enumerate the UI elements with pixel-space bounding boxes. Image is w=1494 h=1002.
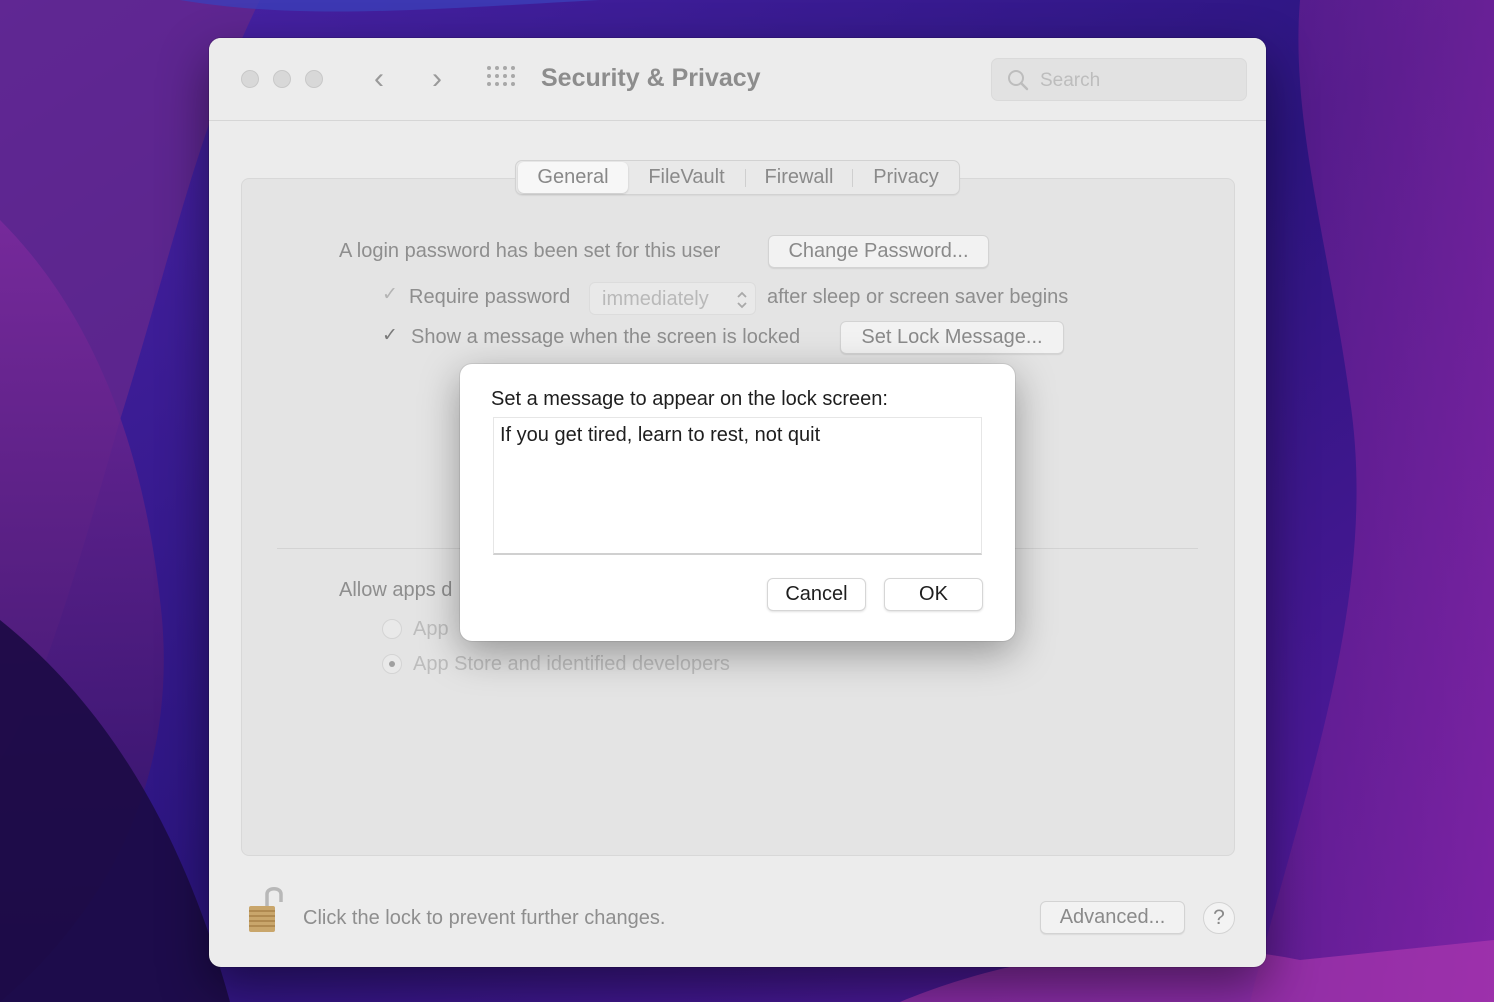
show-message-label: Show a message when the screen is locked xyxy=(411,326,801,348)
popup-arrows-icon xyxy=(737,291,747,309)
require-password-checkbox[interactable]: ✓ xyxy=(381,285,399,304)
allow-apps-text: Allow apps d xyxy=(339,579,453,601)
help-button[interactable]: ? xyxy=(1203,902,1235,934)
change-password-button[interactable]: Change Password... xyxy=(768,235,989,268)
ok-button[interactable]: OK xyxy=(884,578,983,611)
search-field[interactable]: Search xyxy=(991,58,1247,101)
tab-firewall[interactable]: Firewall xyxy=(746,162,852,193)
minimize-window-button[interactable] xyxy=(273,70,291,88)
radio-app-store[interactable] xyxy=(382,619,402,639)
window-title: Security & Privacy xyxy=(541,64,761,92)
delay-value: immediately xyxy=(602,288,709,310)
tab-privacy[interactable]: Privacy xyxy=(853,162,959,193)
advanced-button[interactable]: Advanced... xyxy=(1040,901,1185,934)
dialog-prompt: Set a message to appear on the lock scre… xyxy=(491,388,888,410)
zoom-window-button[interactable] xyxy=(305,70,323,88)
tab-filevault[interactable]: FileVault xyxy=(628,162,745,193)
radio-identified-developers-label: App Store and identified developers xyxy=(413,653,730,675)
tab-bar: General FileVault Firewall Privacy xyxy=(515,160,960,195)
lock-message-textarea[interactable]: If you get tired, learn to rest, not qui… xyxy=(493,417,982,555)
login-password-text: A login password has been set for this u… xyxy=(339,240,721,262)
cancel-button[interactable]: Cancel xyxy=(767,578,866,611)
back-arrow-icon[interactable]: ‹ xyxy=(359,60,399,100)
lock-status-text: Click the lock to prevent further change… xyxy=(303,907,666,929)
show-message-checkbox[interactable]: ✓ xyxy=(381,326,399,345)
search-icon xyxy=(1008,70,1029,91)
title-bar: ‹ › Security & Privacy Search xyxy=(209,38,1266,121)
close-window-button[interactable] xyxy=(241,70,259,88)
tab-general[interactable]: General xyxy=(518,162,628,193)
require-password-delay-popup[interactable]: immediately xyxy=(589,282,756,315)
search-placeholder: Search xyxy=(1040,70,1101,91)
set-lock-message-button[interactable]: Set Lock Message... xyxy=(840,321,1064,354)
radio-identified-developers[interactable] xyxy=(382,654,402,674)
unlocked-padlock-icon[interactable] xyxy=(247,884,287,936)
forward-arrow-icon[interactable]: › xyxy=(417,60,457,100)
radio-app-store-label: App xyxy=(413,618,449,640)
lock-message-dialog: Set a message to appear on the lock scre… xyxy=(460,364,1015,641)
require-password-label: Require password xyxy=(409,286,571,308)
after-sleep-text: after sleep or screen saver begins xyxy=(767,286,1069,308)
show-all-grid-icon[interactable] xyxy=(487,66,517,90)
